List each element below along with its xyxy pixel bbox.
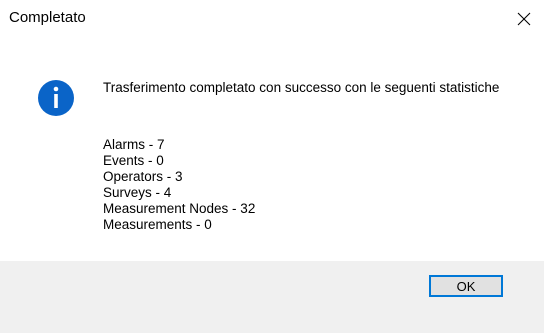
close-button[interactable] (504, 0, 544, 38)
message-text: Trasferimento completato con successo co… (103, 80, 500, 95)
stat-operators: Operators - 3 (103, 169, 183, 184)
stat-alarms: Alarms - 7 (103, 137, 165, 152)
button-bar: OK (0, 261, 544, 333)
stats-list: Alarms - 7 Events - 0 Operators - 3 Surv… (103, 137, 255, 233)
dialog-content: Trasferimento completato con successo co… (0, 38, 544, 261)
window-title: Completato (9, 9, 86, 26)
title-bar: Completato (0, 0, 544, 38)
stat-measurement-nodes: Measurement Nodes - 32 (103, 201, 256, 216)
close-icon (517, 12, 531, 26)
message-dialog: Completato Trasferimento completato con … (0, 0, 544, 333)
stat-events: Events - 0 (103, 153, 164, 168)
stat-surveys: Surveys - 4 (103, 185, 172, 200)
ok-button[interactable]: OK (429, 275, 503, 297)
stat-measurements: Measurements - 0 (103, 217, 212, 232)
info-icon (38, 80, 74, 116)
